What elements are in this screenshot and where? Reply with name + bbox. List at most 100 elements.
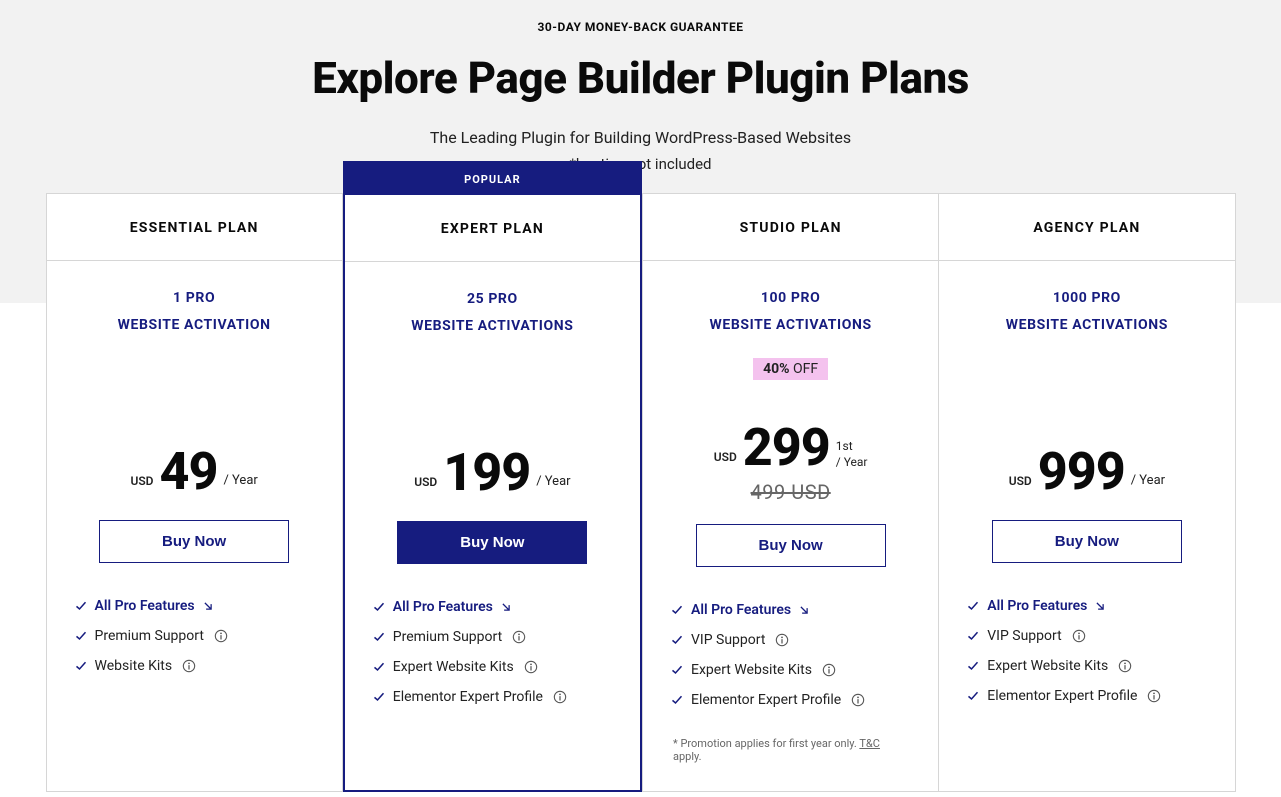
info-icon[interactable] bbox=[822, 663, 836, 677]
arrow-down-right-icon bbox=[501, 602, 511, 612]
price-amount: 49 bbox=[159, 446, 217, 498]
price-block: USD 2991st/ Year bbox=[671, 394, 910, 474]
currency-label: USD bbox=[714, 450, 737, 474]
currency-label: USD bbox=[1009, 474, 1032, 498]
feature-website-kits: Website Kits bbox=[75, 651, 314, 681]
feature-label: All Pro Features bbox=[393, 599, 493, 615]
per-year-label: / Year bbox=[536, 474, 570, 499]
first-year-label: 1st/ Year bbox=[836, 439, 868, 474]
feature-label: VIP Support bbox=[691, 632, 765, 648]
price-amount: 999 bbox=[1038, 446, 1125, 498]
page-headline: Explore Page Builder Plugin Plans bbox=[0, 52, 1281, 104]
plan-name: ESSENTIAL PLAN bbox=[47, 194, 342, 261]
check-icon bbox=[373, 631, 385, 643]
feature-label: Expert Website Kits bbox=[987, 658, 1108, 674]
feature-label: VIP Support bbox=[987, 628, 1061, 644]
arrow-down-right-icon bbox=[1095, 601, 1105, 611]
check-icon bbox=[671, 634, 683, 646]
buy-now-button[interactable]: Buy Now bbox=[992, 520, 1182, 563]
price-block: USD 199/ Year bbox=[373, 419, 612, 499]
pricing-plans: ESSENTIAL PLAN 1 PROWEBSITE ACTIVATION U… bbox=[46, 193, 1236, 792]
activation-text: 1 PROWEBSITE ACTIVATION bbox=[75, 285, 314, 338]
feature-label: Elementor Expert Profile bbox=[987, 688, 1137, 704]
page-subhead: The Leading Plugin for Building WordPres… bbox=[0, 128, 1281, 147]
feature-expert-kits: Expert Website Kits bbox=[373, 652, 612, 682]
feature-premium-support: Premium Support bbox=[373, 622, 612, 652]
feature-expert-profile: Elementor Expert Profile bbox=[373, 682, 612, 712]
check-icon bbox=[373, 661, 385, 673]
check-icon bbox=[671, 664, 683, 676]
feature-list: All Pro Features Premium Support Expert … bbox=[373, 592, 612, 712]
plan-card-2: STUDIO PLAN 100 PROWEBSITE ACTIVATIONS 4… bbox=[642, 193, 939, 792]
feature-all-pro[interactable]: All Pro Features bbox=[373, 592, 612, 622]
popular-badge: POPULAR bbox=[345, 163, 640, 195]
info-icon[interactable] bbox=[512, 630, 526, 644]
feature-label: Website Kits bbox=[95, 658, 173, 674]
feature-list: All Pro Features Premium Support Website… bbox=[75, 591, 314, 681]
feature-label: Expert Website Kits bbox=[393, 659, 514, 675]
info-icon[interactable] bbox=[851, 693, 865, 707]
check-icon bbox=[373, 601, 385, 613]
price-amount: 199 bbox=[443, 447, 530, 499]
info-icon[interactable] bbox=[775, 633, 789, 647]
feature-list: All Pro Features VIP Support Expert Webs… bbox=[671, 595, 910, 715]
info-icon[interactable] bbox=[214, 629, 228, 643]
plan-name: STUDIO PLAN bbox=[643, 194, 938, 261]
buy-now-button[interactable]: Buy Now bbox=[99, 520, 289, 563]
feature-expert-profile: Elementor Expert Profile bbox=[967, 681, 1206, 711]
original-price: 499 USD bbox=[671, 480, 910, 502]
currency-label: USD bbox=[414, 475, 437, 499]
info-icon[interactable] bbox=[182, 659, 196, 673]
feature-expert-profile: Elementor Expert Profile bbox=[671, 685, 910, 715]
check-icon bbox=[967, 690, 979, 702]
feature-label: All Pro Features bbox=[691, 602, 791, 618]
discount-badge: 40% OFF bbox=[753, 358, 828, 380]
info-icon[interactable] bbox=[1118, 659, 1132, 673]
plan-name: AGENCY PLAN bbox=[939, 194, 1234, 261]
plan-card-3: AGENCY PLAN 1000 PROWEBSITE ACTIVATIONS … bbox=[939, 193, 1235, 792]
per-year-label: / Year bbox=[1131, 473, 1165, 498]
feature-label: All Pro Features bbox=[987, 598, 1087, 614]
guarantee-text: 30-DAY MONEY-BACK GUARANTEE bbox=[0, 20, 1281, 34]
feature-vip-support: VIP Support bbox=[671, 625, 910, 655]
feature-list: All Pro Features VIP Support Expert Webs… bbox=[967, 591, 1206, 711]
feature-label: All Pro Features bbox=[95, 598, 195, 614]
price-amount: 299 bbox=[743, 422, 830, 474]
buy-now-button[interactable]: Buy Now bbox=[696, 524, 886, 567]
plan-name: EXPERT PLAN bbox=[345, 195, 640, 262]
activation-text: 1000 PROWEBSITE ACTIVATIONS bbox=[967, 285, 1206, 338]
feature-all-pro[interactable]: All Pro Features bbox=[671, 595, 910, 625]
plan-card-1: POPULAREXPERT PLAN 25 PROWEBSITE ACTIVAT… bbox=[343, 161, 642, 792]
feature-all-pro[interactable]: All Pro Features bbox=[967, 591, 1206, 621]
activation-text: 25 PROWEBSITE ACTIVATIONS bbox=[373, 286, 612, 339]
check-icon bbox=[671, 694, 683, 706]
arrow-down-right-icon bbox=[203, 601, 213, 611]
feature-premium-support: Premium Support bbox=[75, 621, 314, 651]
price-block: USD 49/ Year bbox=[75, 418, 314, 498]
per-year-label: / Year bbox=[223, 473, 257, 498]
terms-link[interactable]: T&C bbox=[859, 737, 880, 750]
promo-note: * Promotion applies for first year only.… bbox=[671, 737, 910, 763]
feature-label: Premium Support bbox=[95, 628, 204, 644]
feature-label: Expert Website Kits bbox=[691, 662, 812, 678]
buy-now-button[interactable]: Buy Now bbox=[397, 521, 587, 564]
check-icon bbox=[967, 660, 979, 672]
feature-expert-kits: Expert Website Kits bbox=[671, 655, 910, 685]
feature-all-pro[interactable]: All Pro Features bbox=[75, 591, 314, 621]
check-icon bbox=[75, 600, 87, 612]
currency-label: USD bbox=[130, 474, 153, 498]
plan-card-0: ESSENTIAL PLAN 1 PROWEBSITE ACTIVATION U… bbox=[46, 193, 343, 792]
check-icon bbox=[75, 660, 87, 672]
check-icon bbox=[373, 691, 385, 703]
info-icon[interactable] bbox=[553, 690, 567, 704]
feature-label: Premium Support bbox=[393, 629, 502, 645]
info-icon[interactable] bbox=[524, 660, 538, 674]
check-icon bbox=[967, 600, 979, 612]
check-icon bbox=[671, 604, 683, 616]
arrow-down-right-icon bbox=[799, 605, 809, 615]
check-icon bbox=[967, 630, 979, 642]
feature-label: Elementor Expert Profile bbox=[393, 689, 543, 705]
info-icon[interactable] bbox=[1147, 689, 1161, 703]
feature-expert-kits: Expert Website Kits bbox=[967, 651, 1206, 681]
info-icon[interactable] bbox=[1072, 629, 1086, 643]
